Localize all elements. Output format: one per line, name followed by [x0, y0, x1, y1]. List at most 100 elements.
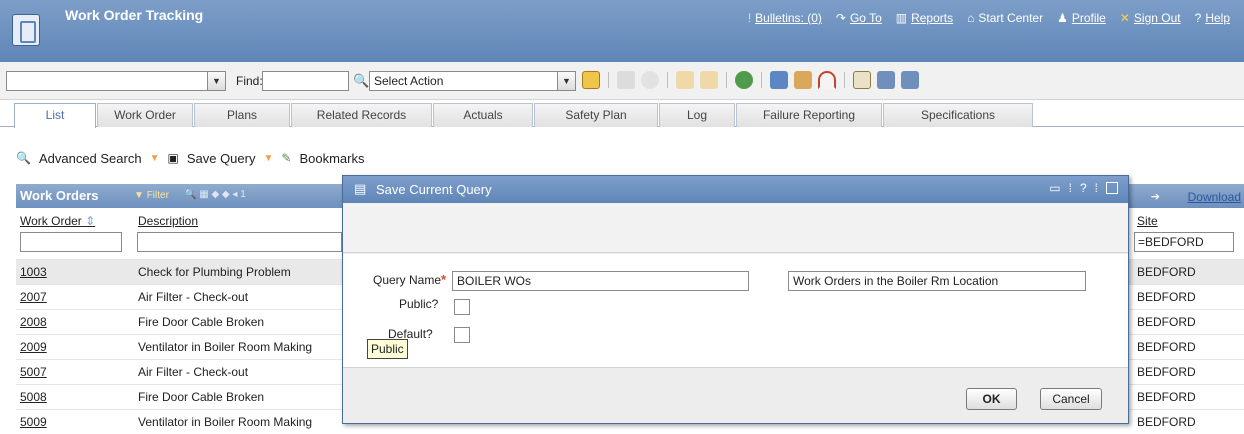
dialog-divider: ⁞: [1094, 181, 1098, 195]
tab-specifications[interactable]: Specifications: [883, 103, 1033, 127]
download-icon: ➔: [1150, 191, 1160, 203]
help-link[interactable]: ? Help: [1195, 11, 1230, 25]
tab-failure-reporting[interactable]: Failure Reporting: [736, 103, 882, 127]
save-query-menu[interactable]: Save Query: [187, 151, 256, 166]
row-description: Check for Plumbing Problem: [138, 265, 291, 279]
public-tooltip: Public: [367, 339, 408, 359]
bulletin-icon: !: [747, 11, 752, 25]
public-checkbox[interactable]: [454, 299, 470, 315]
profile-link[interactable]: ♟ Profile: [1057, 11, 1106, 25]
binoculars-icon[interactable]: 🔍: [353, 73, 369, 89]
advanced-search-menu[interactable]: Advanced Search: [39, 151, 142, 166]
row-site: BEDFORD: [1137, 365, 1196, 379]
cancel-button[interactable]: Cancel: [1040, 388, 1102, 410]
start-center-link[interactable]: ⌂ Start Center: [967, 11, 1043, 25]
column-header-work-order[interactable]: Work Order ⇕: [20, 214, 95, 228]
print-icon[interactable]: [877, 71, 895, 89]
site-filter-input[interactable]: =BEDFORD: [1134, 232, 1234, 252]
new-record-icon[interactable]: [582, 71, 600, 89]
toolbar-divider: [667, 72, 668, 88]
sort-icon: ⇕: [85, 214, 96, 228]
toolbar-divider: [761, 72, 762, 88]
download-link[interactable]: Download: [1188, 190, 1241, 204]
minimize-icon[interactable]: ▭: [1049, 181, 1060, 195]
help-icon[interactable]: ?: [1080, 181, 1087, 195]
sign-out-link[interactable]: ✕ Sign Out: [1120, 11, 1181, 25]
assign-people-icon[interactable]: [770, 71, 788, 89]
create-report-icon[interactable]: [794, 71, 812, 89]
row-description: Fire Door Cable Broken: [138, 390, 265, 404]
row-description: Air Filter - Check-out: [138, 290, 249, 304]
clear-icon[interactable]: [641, 71, 659, 89]
work-order-link[interactable]: 2007: [20, 290, 47, 304]
row-site: BEDFORD: [1137, 415, 1196, 429]
dialog-title: Save Current Query: [376, 182, 492, 197]
goto-link[interactable]: ↷ Go To: [836, 11, 882, 25]
tab-actuals[interactable]: Actuals: [433, 103, 533, 127]
row-site: BEDFORD: [1137, 390, 1196, 404]
ok-button[interactable]: OK: [966, 388, 1017, 410]
goto-arrow-icon: ↷: [835, 11, 846, 25]
tab-work-order[interactable]: Work Order: [97, 103, 193, 127]
description-filter-input[interactable]: [137, 232, 342, 252]
save-icon: ▣: [167, 151, 179, 165]
bookmarks-menu[interactable]: Bookmarks: [299, 151, 364, 166]
query-bar: 🔍 Advanced Search ▼ ▣ Save Query ▼ ✎ Boo…: [0, 143, 1244, 173]
default-checkbox[interactable]: [454, 327, 470, 343]
dialog-controls: ▭ ⁞ ? ⁞: [1049, 181, 1118, 195]
work-order-link[interactable]: 2009: [20, 340, 47, 354]
column-header-description[interactable]: Description: [138, 214, 198, 228]
close-icon[interactable]: [1106, 182, 1118, 194]
select-action-dropdown[interactable]: Select Action ▼: [369, 71, 576, 91]
public-label: Public?: [399, 297, 439, 311]
gauge-icon[interactable]: [818, 71, 836, 89]
chevron-down-icon[interactable]: ▼: [263, 153, 273, 164]
find-label: Find:: [236, 74, 263, 88]
query-description-input[interactable]: Work Orders in the Boiler Rm Location: [788, 271, 1086, 291]
toolbar-divider: [726, 72, 727, 88]
column-header-site[interactable]: Site: [1137, 214, 1158, 228]
reports-link[interactable]: ▥ Reports: [896, 11, 953, 25]
route-workflow-icon[interactable]: [735, 71, 753, 89]
tab-related-records[interactable]: Related Records: [291, 103, 432, 127]
bookmark-icon: ✎: [281, 151, 292, 165]
next-arrow-icon[interactable]: [700, 71, 718, 89]
chevron-down-icon[interactable]: ▼: [150, 153, 160, 164]
tab-list[interactable]: List: [14, 103, 96, 128]
binoculars-icon: 🔍: [16, 151, 31, 165]
row-description: Ventilator in Boiler Room Making: [138, 415, 313, 429]
tab-strip: List Work Order Plans Related Records Ac…: [0, 103, 1244, 128]
tab-plans[interactable]: Plans: [194, 103, 290, 127]
print-list-icon[interactable]: [901, 71, 919, 89]
sign-out-icon: ✕: [1119, 11, 1130, 25]
saved-query-select[interactable]: ▼: [6, 71, 226, 91]
work-order-link[interactable]: 2008: [20, 315, 47, 329]
work-order-link[interactable]: 5008: [20, 390, 47, 404]
dialog-title-bar[interactable]: ▤ Save Current Query ▭ ⁞ ? ⁞: [343, 176, 1128, 203]
filter-toggle[interactable]: ▼ Filter: [134, 190, 169, 201]
list-tool-icons[interactable]: 🔍 ▦ ◆ ◆ ◂ 1: [184, 189, 246, 200]
reports-icon: ▥: [895, 11, 908, 25]
toolbar-divider: [844, 72, 845, 88]
help-icon: ?: [1194, 11, 1202, 25]
app-title-bar: Work Order Tracking ! Bulletins: (0) ↷ Go …: [0, 0, 1244, 62]
chevron-down-icon[interactable]: ▼: [557, 72, 575, 90]
find-input[interactable]: [262, 71, 349, 91]
previous-arrow-icon[interactable]: [676, 71, 694, 89]
row-site: BEDFORD: [1137, 290, 1196, 304]
tab-safety-plan[interactable]: Safety Plan: [534, 103, 658, 127]
work-order-filter-input[interactable]: [20, 232, 122, 252]
top-navigation: ! Bulletins: (0) ↷ Go To ▥ Reports ⌂ Start C…: [748, 11, 1230, 25]
query-name-label: Query Name*: [373, 272, 447, 287]
work-order-link[interactable]: 5009: [20, 415, 47, 429]
work-order-link[interactable]: 1003: [20, 265, 47, 279]
tab-log[interactable]: Log: [659, 103, 735, 127]
document-icon[interactable]: [853, 71, 871, 89]
work-order-app-icon: [12, 14, 40, 46]
dialog-header-area: [343, 203, 1128, 253]
work-order-link[interactable]: 5007: [20, 365, 47, 379]
query-name-input[interactable]: BOILER WOs: [452, 271, 749, 291]
save-icon[interactable]: [617, 71, 635, 89]
bulletins-link[interactable]: ! Bulletins: (0): [748, 11, 822, 25]
chevron-down-icon[interactable]: ▼: [207, 72, 225, 90]
